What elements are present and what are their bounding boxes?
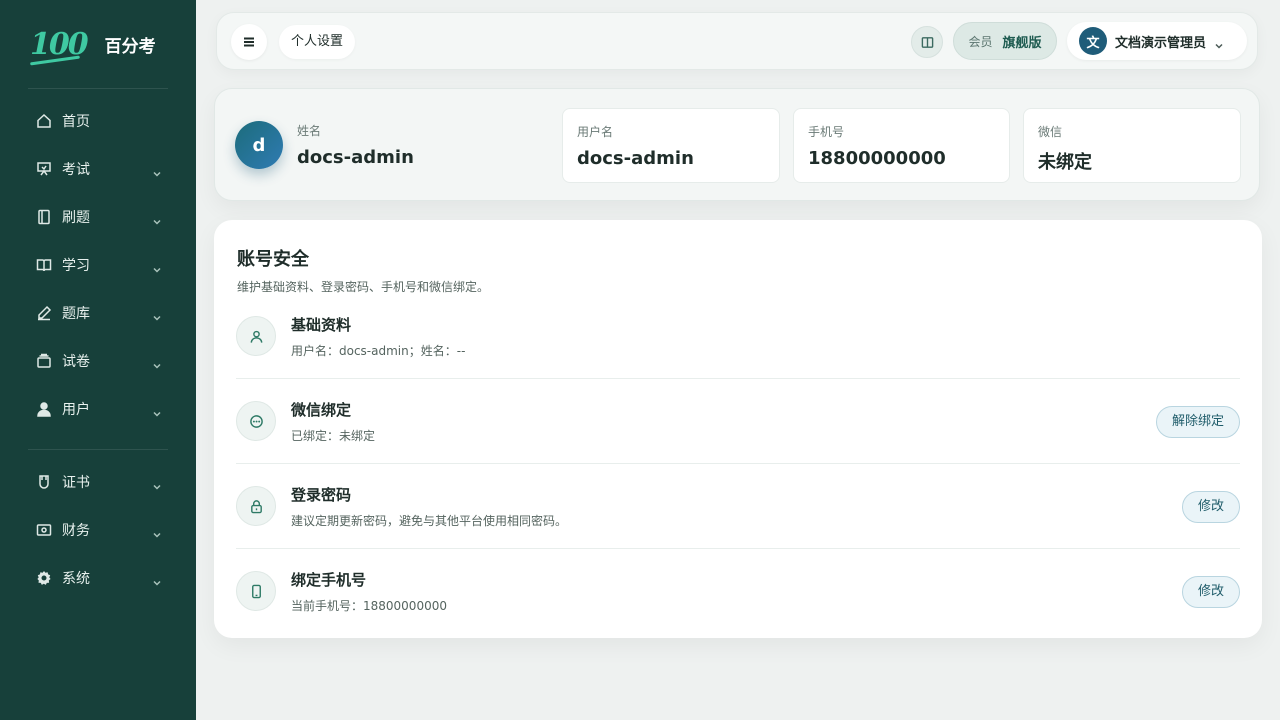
- notebook-icon: [36, 209, 52, 225]
- sidebar-item-label: 系统: [62, 571, 90, 587]
- sidebar-nav: 首页 考试 刷题 学习 题库 试卷 用户: [0, 89, 196, 441]
- sidebar-item-learning[interactable]: 学习: [0, 241, 196, 289]
- user-menu[interactable]: 文 文档演示管理员: [1067, 22, 1247, 60]
- chevron-down-icon: [152, 164, 162, 177]
- lock-icon: [236, 486, 276, 526]
- sidebar-item-label: 用户: [62, 402, 90, 418]
- book-icon: [921, 36, 933, 48]
- sidebar-item-exam[interactable]: 考试: [0, 145, 196, 193]
- profile-wechat-label: 微信: [1038, 125, 1063, 139]
- sidebar-item-users[interactable]: 用户: [0, 385, 196, 433]
- profile-wechat-field: 微信 未绑定: [1023, 108, 1241, 183]
- row-description: 建议定期更新密码，避免与其他平台使用相同密码。: [291, 514, 568, 528]
- brand[interactable]: 100 百分考: [0, 0, 196, 88]
- sidebar-item-label: 考试: [62, 162, 90, 178]
- row-title: 微信绑定: [291, 401, 352, 419]
- book-open-icon: [36, 257, 52, 273]
- row-description: 已绑定：未绑定: [291, 429, 376, 443]
- certificate-icon: [36, 474, 52, 490]
- home-icon: [36, 113, 52, 129]
- profile-username-field: 用户名 docs-admin: [562, 108, 780, 183]
- presentation-icon: [36, 161, 52, 177]
- sidebar-item-finance[interactable]: 财务: [0, 506, 196, 554]
- top-bar: 个人设置 会员 旗舰版 文 文档演示管理员: [216, 12, 1258, 70]
- membership-label: 会员: [968, 34, 993, 49]
- sidebar-item-label: 刷题: [62, 210, 90, 226]
- profile-name-field: 姓名 docs-admin: [297, 122, 414, 168]
- user-icon: [236, 316, 276, 356]
- row-description: 当前手机号：18800000000: [291, 599, 447, 613]
- chevron-down-icon: [1214, 36, 1224, 49]
- section-title: 账号安全: [237, 249, 309, 270]
- sidebar-item-question-bank[interactable]: 题库: [0, 289, 196, 337]
- chevron-down-icon: [152, 525, 162, 538]
- sidebar-divider: [28, 449, 168, 450]
- sidebar-item-label: 首页: [62, 114, 90, 130]
- profile-wechat-value: 未绑定: [1038, 152, 1092, 173]
- section-subtitle: 维护基础资料、登录密码、手机号和微信绑定。: [237, 280, 490, 294]
- unbind-wechat-button[interactable]: 解除绑定: [1155, 406, 1240, 438]
- menu-toggle-button[interactable]: [231, 24, 267, 60]
- profile-summary-card: d 姓名 docs-admin 用户名 docs-admin 手机号 18800…: [214, 88, 1260, 201]
- sidebar-item-papers[interactable]: 试卷: [0, 337, 196, 385]
- membership-plan: 旗舰版: [1002, 35, 1042, 51]
- chevron-down-icon: [152, 477, 162, 490]
- gear-icon: [36, 570, 52, 586]
- sidebar-nav-secondary: 证书 财务 系统: [0, 458, 196, 610]
- row-description: 用户名：docs-admin；姓名：--: [291, 344, 466, 358]
- sidebar-item-label: 学习: [62, 258, 90, 274]
- phone-icon: [236, 571, 276, 611]
- profile-username-value: docs-admin: [577, 148, 694, 169]
- row-title: 登录密码: [291, 486, 352, 504]
- profile-name-label: 姓名: [297, 124, 322, 138]
- change-password-button[interactable]: 修改: [1181, 491, 1240, 523]
- row-title: 绑定手机号: [291, 571, 367, 589]
- sidebar: 100 百分考 首页 考试 刷题 学习 题库 试卷 用户 证书 财务 系统: [0, 0, 196, 720]
- profile-name-value: docs-admin: [297, 147, 414, 168]
- user-icon: [36, 401, 52, 417]
- chevron-down-icon: [152, 212, 162, 225]
- profile-phone-field: 手机号 18800000000: [793, 108, 1010, 183]
- profile-avatar: d: [235, 121, 283, 169]
- sidebar-item-label: 财务: [62, 523, 90, 539]
- wallet-icon: [36, 522, 52, 538]
- layers-icon: [36, 353, 52, 369]
- sidebar-item-practice[interactable]: 刷题: [0, 193, 196, 241]
- chevron-down-icon: [152, 404, 162, 417]
- membership-badge[interactable]: 会员 旗舰版: [953, 22, 1057, 60]
- chevron-down-icon: [152, 573, 162, 586]
- brand-logo: 100: [30, 26, 89, 62]
- sidebar-item-home[interactable]: 首页: [0, 97, 196, 145]
- security-row-basic-info: 基础资料 用户名：docs-admin；姓名：--: [236, 294, 1240, 379]
- sidebar-item-system[interactable]: 系统: [0, 554, 196, 602]
- brand-name: 百分考: [104, 36, 156, 57]
- chevron-down-icon: [152, 260, 162, 273]
- hamburger-icon: [244, 37, 254, 47]
- pen-icon: [36, 305, 52, 321]
- sidebar-item-label: 证书: [62, 475, 90, 491]
- avatar: 文: [1079, 27, 1107, 55]
- account-security-card: 账号安全 维护基础资料、登录密码、手机号和微信绑定。 基础资料 用户名：docs…: [214, 220, 1262, 638]
- security-row-phone: 绑定手机号 当前手机号：18800000000 修改: [236, 549, 1240, 634]
- chevron-down-icon: [152, 308, 162, 321]
- profile-phone-value: 18800000000: [808, 148, 946, 169]
- change-phone-button[interactable]: 修改: [1181, 576, 1240, 608]
- security-row-password: 登录密码 建议定期更新密码，避免与其他平台使用相同密码。 修改: [236, 464, 1240, 549]
- user-name: 文档演示管理员: [1115, 35, 1207, 51]
- chevron-down-icon: [152, 356, 162, 369]
- docs-button[interactable]: [911, 26, 943, 58]
- breadcrumb[interactable]: 个人设置: [279, 25, 356, 59]
- sidebar-item-certificates[interactable]: 证书: [0, 458, 196, 506]
- profile-username-label: 用户名: [577, 125, 614, 139]
- security-row-wechat: 微信绑定 已绑定：未绑定 解除绑定: [236, 379, 1240, 464]
- chat-icon: [236, 401, 276, 441]
- sidebar-item-label: 题库: [62, 306, 90, 322]
- sidebar-item-label: 试卷: [62, 354, 90, 370]
- row-title: 基础资料: [291, 316, 352, 334]
- profile-phone-label: 手机号: [808, 125, 845, 139]
